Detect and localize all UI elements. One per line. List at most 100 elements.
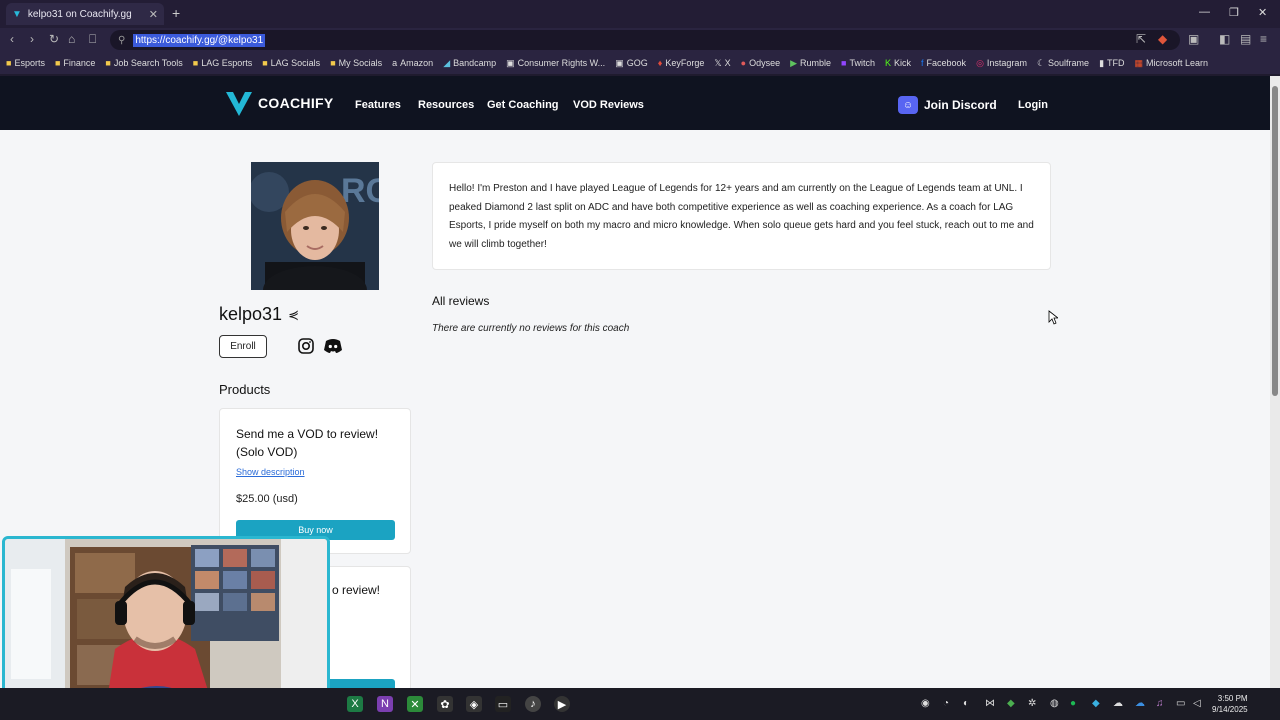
coachify-logo-icon [226, 92, 252, 116]
bookmark-item[interactable]: ◎ Instagram [976, 58, 1027, 69]
cloud-icon[interactable]: ☁ [1113, 698, 1123, 709]
share-icon[interactable]: ⋞ [288, 307, 299, 323]
chatgpt-icon[interactable]: ✿ [437, 696, 453, 712]
bookmark-item[interactable]: ◢ Bandcamp [443, 58, 496, 69]
twitch-icon: ■ [841, 58, 847, 68]
forward-icon[interactable]: › [30, 32, 34, 46]
minimize-icon[interactable]: — [1199, 6, 1210, 18]
sidebar-icon[interactable]: ◧ [1219, 32, 1230, 46]
maximize-icon[interactable]: ❐ [1229, 6, 1239, 19]
login-link[interactable]: Login [1018, 99, 1048, 111]
bookmark-item[interactable]: 𝕏X [714, 58, 730, 69]
odysee-icon: ● [740, 58, 747, 68]
tray-icon[interactable]: ✲ [1028, 698, 1036, 709]
product-card: Send me a VOD to review! (Solo VOD) Show… [219, 408, 411, 554]
xbox-icon[interactable]: ✕ [407, 696, 423, 712]
join-discord-label: Join Discord [924, 98, 997, 112]
bookmark-item[interactable]: ▣ Consumer Rights W... [506, 58, 605, 69]
extensions-icon[interactable]: ▣ [1188, 32, 1199, 46]
onedrive-icon[interactable]: ☁ [1135, 698, 1145, 709]
clock-date: 9/14/2025 [1212, 705, 1248, 714]
onenote-icon[interactable]: N [377, 696, 393, 712]
close-tab-icon[interactable]: ✕ [149, 8, 158, 21]
coachify-favicon-icon: ▼ [12, 8, 22, 20]
spotify-icon[interactable]: ● [1070, 698, 1076, 709]
excel-icon[interactable]: X [347, 696, 363, 712]
discord-icon[interactable] [323, 337, 343, 355]
mouse-cursor-icon [1048, 310, 1058, 325]
clock-time: 3:50 PM [1217, 694, 1248, 703]
taskbar-clock[interactable]: 3:50 PM 9/14/2025 [1212, 693, 1248, 715]
bookmark-item[interactable]: ■ Job Search Tools [105, 58, 182, 68]
gog-icon: ▣ [615, 57, 624, 68]
logo-text: COACHIFY [258, 95, 334, 111]
tray-icon[interactable]: ◐ [963, 698, 969, 709]
url-bar[interactable]: ⚲ https://coachify.gg/@kelpo31 [110, 30, 1180, 50]
media-player-icon[interactable]: ▶ [554, 696, 570, 712]
bookmark-item[interactable]: ■ LAG Socials [262, 58, 320, 68]
reload-icon[interactable]: ↻ [49, 32, 59, 46]
tray-icon[interactable]: ◉ [921, 698, 930, 709]
url-text[interactable]: https://coachify.gg/@kelpo31 [133, 33, 266, 47]
unity-icon[interactable]: ◈ [466, 696, 482, 712]
bookmark-item[interactable]: ■ My Socials [330, 58, 382, 68]
microsoft-icon: ▦ [1134, 57, 1144, 68]
join-discord-button[interactable]: ☺ Join Discord [898, 96, 997, 114]
home-icon[interactable]: ⌂ [68, 32, 75, 46]
bookmark-icon[interactable]: ⎕ [89, 32, 96, 47]
network-icon[interactable]: ▭ [1176, 698, 1185, 709]
bookmark-item[interactable]: ▣ GOG [615, 58, 648, 69]
tfd-icon: ▮ [1099, 57, 1105, 68]
rumble-icon: ▶ [790, 57, 798, 68]
scrollbar-thumb[interactable] [1272, 86, 1278, 396]
volume-icon[interactable]: ◁ [1193, 698, 1201, 709]
folder-icon: ■ [6, 58, 12, 68]
brave-shield-icon[interactable]: ◆ [1158, 32, 1167, 46]
browser-tab[interactable]: ▼ kelpo31 on Coachify.gg ✕ [6, 3, 164, 25]
tray-icon[interactable]: ◆ [1092, 698, 1100, 709]
enroll-button[interactable]: Enroll [219, 335, 267, 358]
product-title: Send me a VOD to review! (Solo VOD) [236, 427, 379, 459]
wallet-icon[interactable]: ▤ [1240, 32, 1251, 46]
nav-get-coaching[interactable]: Get Coaching [487, 99, 559, 111]
bookmark-item[interactable]: f Facebook [921, 58, 966, 68]
folder-icon: ■ [330, 58, 336, 68]
instagram-icon[interactable] [297, 337, 315, 355]
bookmark-item[interactable]: ▦ Microsoft Learn [1135, 58, 1209, 69]
folder-icon: ■ [105, 58, 111, 68]
coachify-logo[interactable]: COACHIFY [224, 88, 334, 118]
nav-features[interactable]: Features [355, 99, 401, 111]
nav-resources[interactable]: Resources [418, 99, 474, 111]
back-icon[interactable]: ‹ [10, 32, 14, 46]
share-page-icon[interactable]: ⇱ [1136, 32, 1146, 46]
bookmark-item[interactable]: ♦ KeyForge [658, 58, 705, 68]
bookmark-item[interactable]: ■ Twitch [841, 58, 875, 68]
bookmark-item[interactable]: ■ LAG Esports [193, 58, 252, 68]
bookmark-item[interactable]: a Amazon [392, 58, 433, 68]
bookmark-item[interactable]: ● Odysee [741, 58, 780, 68]
address-bar-row: ‹ › ↻ ⌂ ⎕ ⚲ https://coachify.gg/@kelpo31… [0, 28, 1280, 52]
tab-title: kelpo31 on Coachify.gg [27, 8, 132, 20]
facebook-icon: f [921, 58, 924, 68]
menu-icon[interactable]: ≡ [1260, 32, 1267, 46]
new-tab-icon[interactable]: + [172, 5, 180, 21]
tray-icon[interactable]: ◍ [1050, 698, 1059, 709]
bookmark-item[interactable]: K Kick [885, 58, 911, 68]
discord-icon: ☺ [898, 96, 918, 114]
close-window-icon[interactable]: ✕ [1258, 6, 1267, 19]
bookmark-item[interactable]: ■ Finance [55, 58, 95, 68]
site-info-icon[interactable]: ⚲ [118, 35, 125, 46]
bookmark-item[interactable]: ☾ Soulframe [1037, 58, 1089, 69]
tray-icon[interactable]: ◔ [943, 698, 949, 709]
bookmark-item[interactable]: ▮ TFD [1099, 58, 1124, 69]
show-description-link[interactable]: Show description [236, 467, 305, 477]
bookmark-item[interactable]: ■ Esports [6, 58, 45, 68]
microphone-icon[interactable]: ♫ [1156, 698, 1164, 709]
tray-icon[interactable]: ⋈ [985, 698, 995, 709]
bookmark-item[interactable]: ▶ Rumble [790, 58, 831, 69]
folder-icon: ■ [262, 58, 268, 68]
terminal-icon[interactable]: ▭ [495, 696, 511, 712]
tray-icon[interactable]: ◆ [1007, 698, 1015, 709]
itunes-icon[interactable]: ♪ [525, 696, 541, 712]
nav-vod-reviews[interactable]: VOD Reviews [573, 99, 644, 111]
